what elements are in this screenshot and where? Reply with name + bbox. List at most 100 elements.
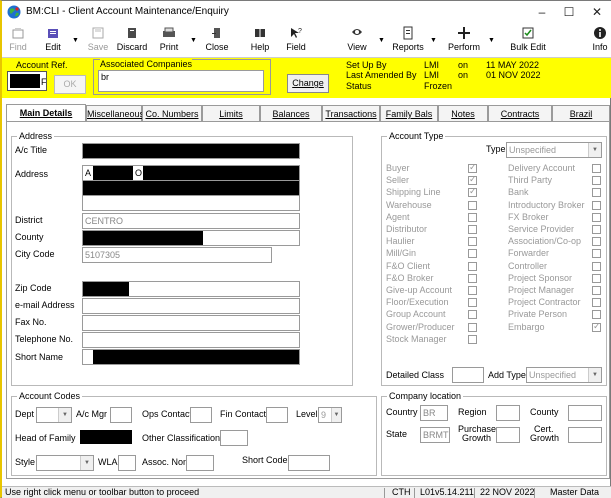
account-type-checkbox[interactable]: [468, 212, 477, 222]
city-code-input[interactable]: 5107305: [82, 247, 272, 263]
fax-input[interactable]: [82, 315, 300, 331]
account-type-checkbox[interactable]: [468, 298, 477, 308]
telephone-input[interactable]: [82, 332, 300, 348]
account-type-checkbox[interactable]: [592, 249, 601, 259]
email-input[interactable]: [82, 298, 300, 314]
company-county-input[interactable]: [568, 405, 602, 421]
dept-select[interactable]: ▼: [36, 407, 72, 423]
tab-brazil[interactable]: Brazil: [552, 105, 610, 122]
edit-dropdown-icon[interactable]: ▼: [72, 37, 79, 44]
type-select[interactable]: Unspecified ▼: [506, 142, 602, 158]
change-button[interactable]: Change: [287, 74, 329, 93]
state-input[interactable]: BRMT: [420, 427, 450, 443]
tab-main-details[interactable]: Main Details: [6, 104, 86, 122]
save-button[interactable]: Save: [84, 25, 112, 57]
maximize-button[interactable]: ☐: [554, 3, 584, 21]
help-button[interactable]: Help: [246, 25, 274, 57]
view-button[interactable]: View ▼: [342, 25, 385, 57]
associated-companies-input[interactable]: br: [98, 70, 264, 92]
reports-button[interactable]: Reports ▼: [390, 25, 437, 57]
close-button[interactable]: Close: [202, 25, 232, 57]
account-ref-input[interactable]: F: [7, 71, 47, 91]
account-type-option-label: FX Broker: [508, 211, 549, 222]
discard-button[interactable]: Discard: [114, 25, 150, 57]
tab-notes[interactable]: Notes: [438, 105, 488, 122]
account-type-checkbox[interactable]: [592, 310, 601, 320]
minimize-button[interactable]: –: [527, 3, 557, 21]
account-type-checkbox[interactable]: [468, 200, 477, 210]
ac-title-input[interactable]: [82, 143, 300, 159]
account-type-checkbox[interactable]: [592, 286, 601, 295]
edit-button[interactable]: Edit ▼: [36, 25, 79, 57]
short-code-input[interactable]: [288, 455, 330, 471]
detailed-class-input[interactable]: [452, 367, 484, 383]
other-classification-input[interactable]: [220, 430, 248, 446]
account-type-checkbox[interactable]: [468, 249, 477, 259]
account-type-checkbox[interactable]: [592, 261, 601, 271]
account-type-checkbox[interactable]: [468, 286, 477, 295]
address-line-2-input[interactable]: [82, 180, 300, 196]
account-type-checkbox[interactable]: [468, 186, 477, 198]
ops-contact-input[interactable]: [190, 407, 212, 423]
account-type-checkbox[interactable]: [468, 334, 477, 344]
head-of-family-label: Head of Family: [15, 433, 76, 443]
account-type-checkbox[interactable]: [592, 212, 601, 222]
tab-co-numbers[interactable]: Co. Numbers: [142, 105, 202, 122]
account-type-checkbox[interactable]: [468, 225, 477, 234]
county-input[interactable]: [82, 230, 300, 246]
account-type-checkbox[interactable]: [468, 162, 477, 173]
address-line-3-input[interactable]: [82, 195, 300, 211]
assoc-nom-input[interactable]: [186, 455, 214, 471]
tab-balances[interactable]: Balances: [260, 105, 322, 122]
short-name-input[interactable]: [82, 349, 300, 365]
account-type-checkbox[interactable]: [468, 261, 477, 271]
country-input[interactable]: BR: [420, 405, 448, 421]
account-type-checkbox[interactable]: [592, 225, 601, 234]
account-type-checkbox[interactable]: [468, 310, 477, 320]
perform-dropdown-icon[interactable]: ▼: [488, 37, 495, 44]
cert-growth-input[interactable]: [568, 427, 602, 443]
tab-contracts[interactable]: Contracts: [488, 105, 552, 122]
wla-label: WLA: [98, 457, 118, 467]
tab-family-bals[interactable]: Family Bals: [380, 105, 438, 122]
purchase-growth-input[interactable]: [496, 427, 520, 443]
ok-button[interactable]: OK: [54, 75, 86, 94]
account-type-checkbox[interactable]: [592, 200, 601, 210]
field-help-button[interactable]: ? Field: [282, 25, 310, 57]
account-type-checkbox[interactable]: [468, 237, 477, 247]
account-type-checkbox[interactable]: [592, 237, 601, 247]
fin-contact-input[interactable]: [266, 407, 288, 423]
account-type-checkbox[interactable]: [468, 174, 477, 186]
region-input[interactable]: [496, 405, 520, 421]
print-button[interactable]: Print ▼: [152, 25, 197, 57]
account-type-checkbox[interactable]: [592, 164, 601, 173]
tab-transactions[interactable]: Transactions: [322, 105, 380, 122]
account-type-checkbox[interactable]: [592, 321, 601, 332]
find-button[interactable]: Find: [4, 25, 32, 57]
account-type-checkbox[interactable]: [592, 298, 601, 308]
tab-limits[interactable]: Limits: [202, 105, 260, 122]
associated-companies-group: Associated Companies br: [93, 59, 271, 95]
account-type-checkbox[interactable]: [592, 188, 601, 198]
account-type-checkbox[interactable]: [592, 273, 601, 283]
info-button[interactable]: Info: [590, 25, 610, 57]
ac-mgr-input[interactable]: [110, 407, 132, 423]
level-select[interactable]: 9 ▼: [318, 407, 342, 423]
account-type-checkbox[interactable]: [468, 322, 477, 332]
reports-dropdown-icon[interactable]: ▼: [430, 37, 437, 44]
bulk-edit-button[interactable]: Bulk Edit: [506, 25, 550, 57]
print-dropdown-icon[interactable]: ▼: [190, 37, 197, 44]
district-input[interactable]: CENTRO: [82, 213, 300, 229]
tab-miscellaneous[interactable]: Miscellaneous: [86, 105, 144, 122]
wla-input[interactable]: [118, 455, 136, 471]
account-type-checkbox[interactable]: [468, 273, 477, 283]
perform-button[interactable]: Perform ▼: [444, 25, 495, 57]
account-type-checkbox[interactable]: [592, 176, 601, 186]
add-type-select[interactable]: Unspecified ▼: [526, 367, 602, 383]
style-select[interactable]: ▼: [36, 455, 94, 471]
zip-code-input[interactable]: [82, 281, 300, 297]
status-message: Use right click menu or toolbar button t…: [5, 487, 200, 497]
address-line-1-input[interactable]: A O: [82, 165, 300, 181]
close-window-button[interactable]: ✕: [582, 3, 611, 21]
view-dropdown-icon[interactable]: ▼: [378, 37, 385, 44]
